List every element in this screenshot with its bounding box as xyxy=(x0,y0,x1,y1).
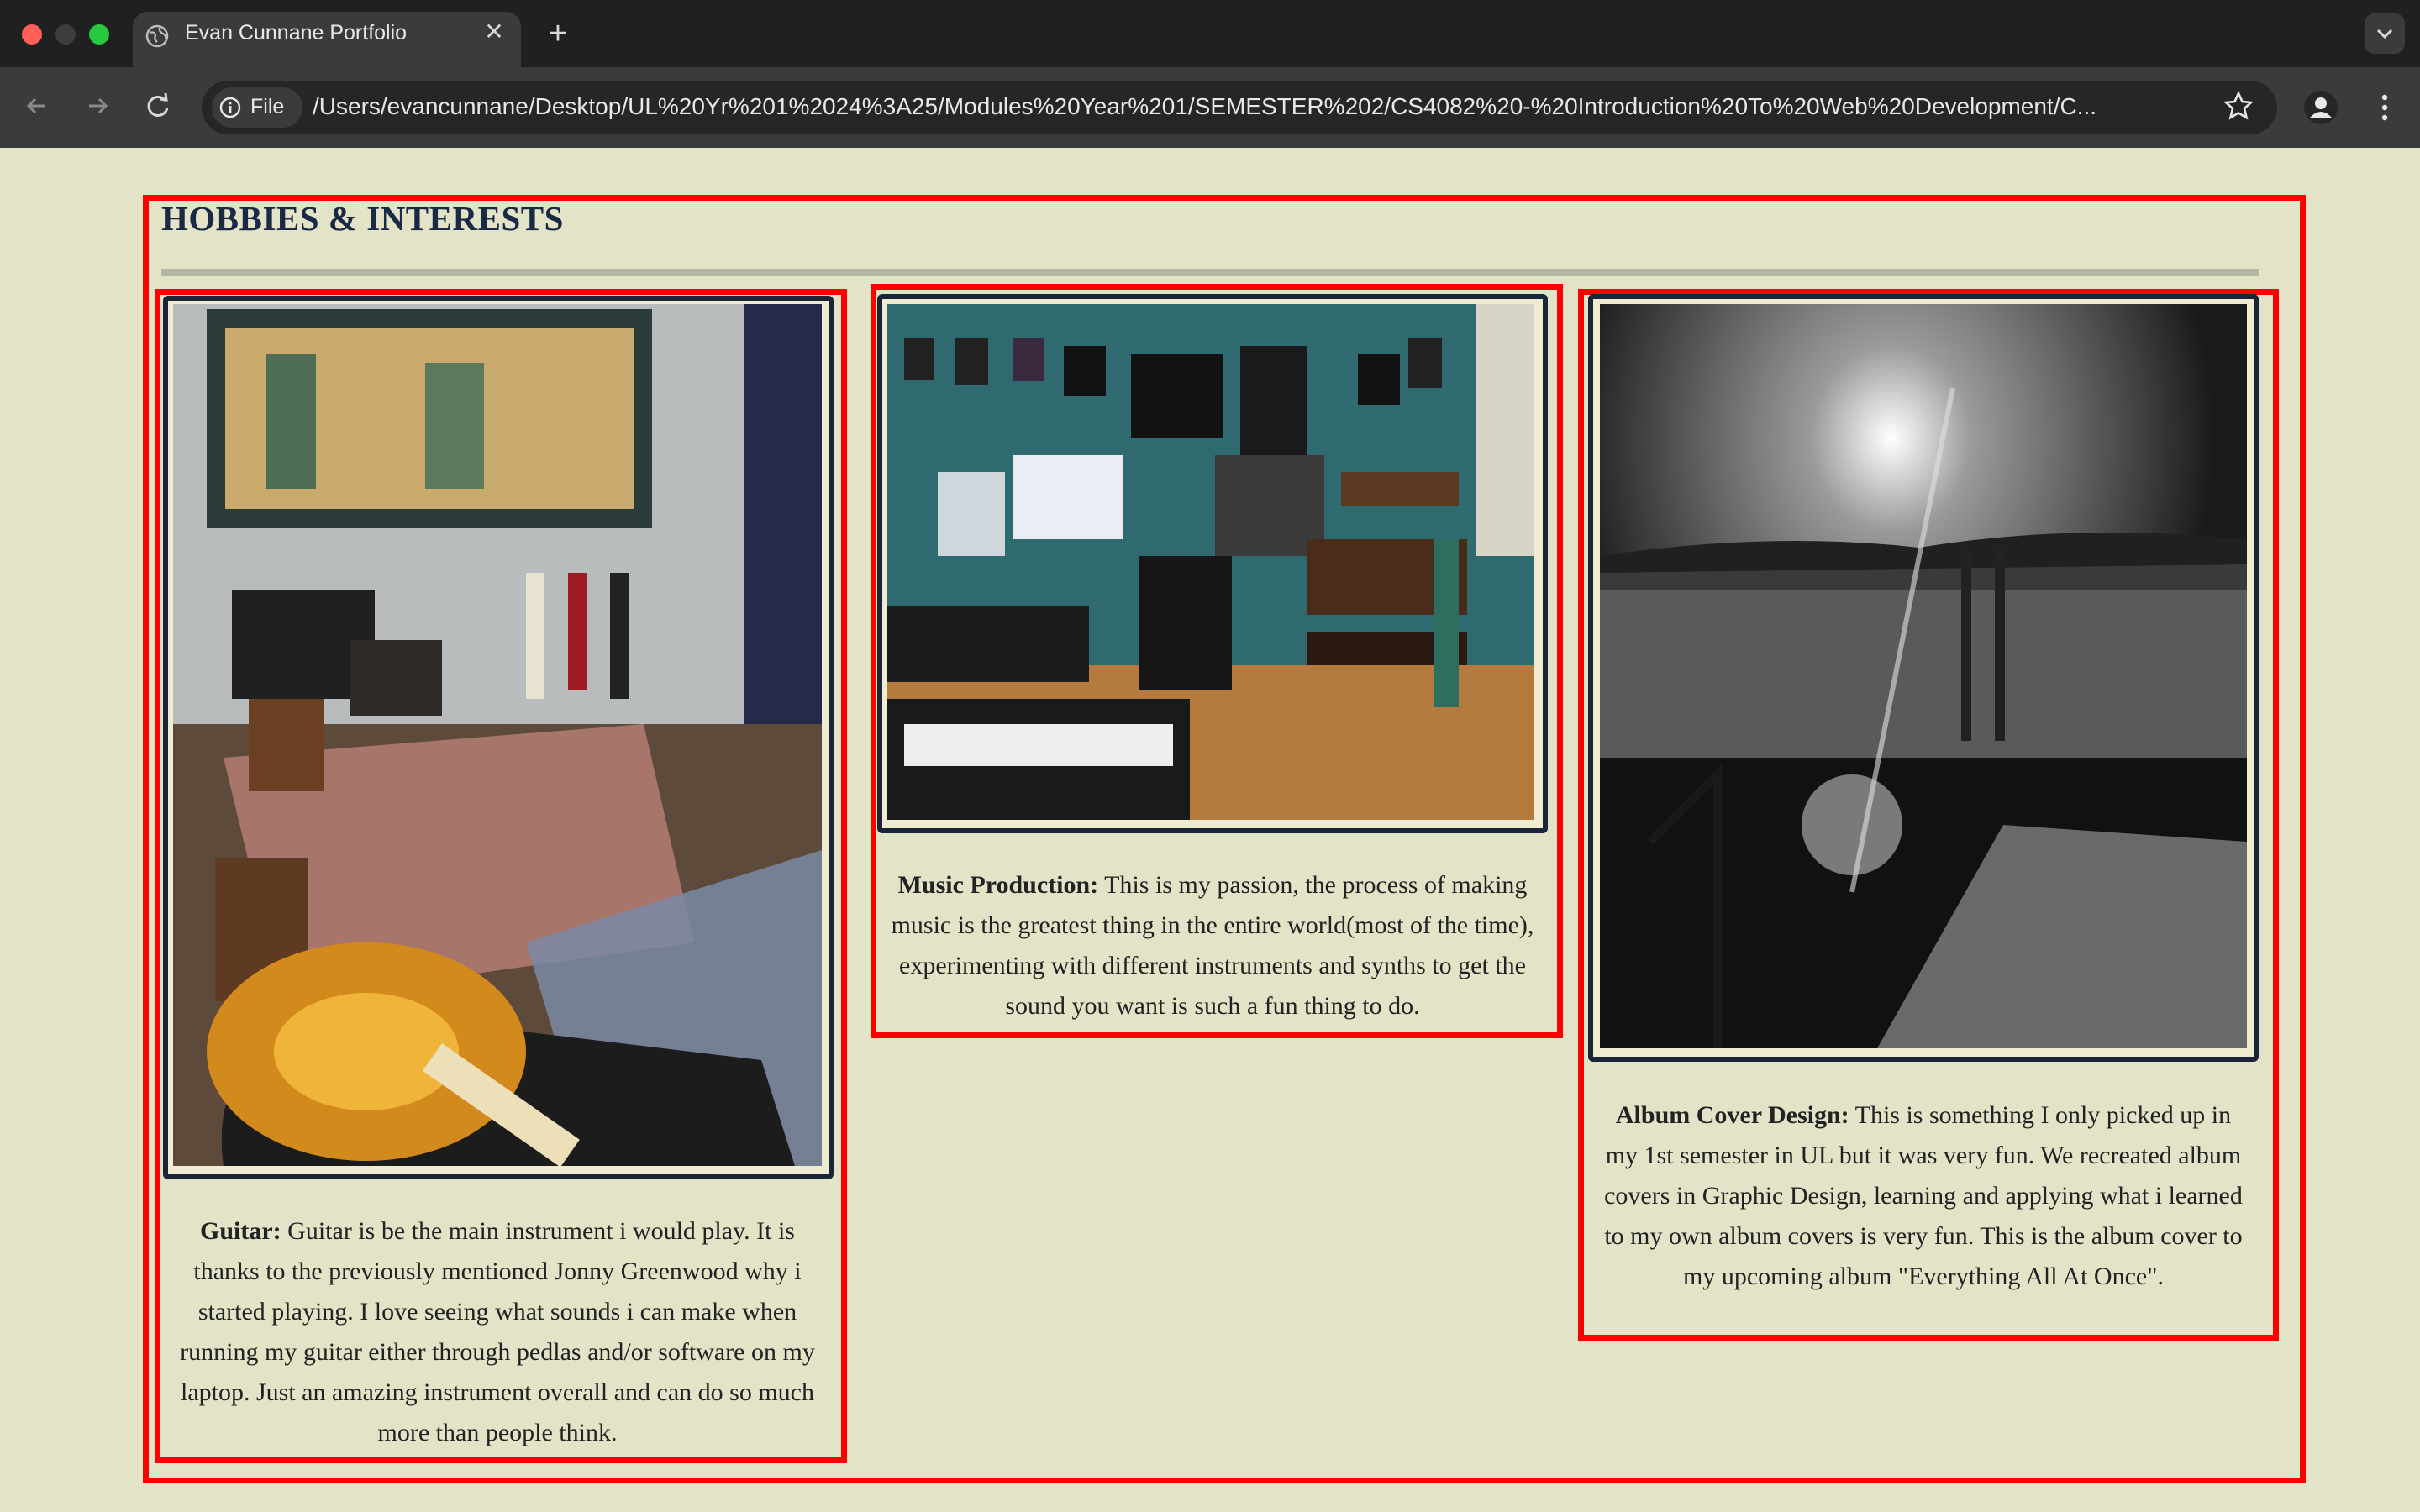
caption-title: Music Production: xyxy=(897,871,1099,899)
music-studio-photo xyxy=(887,304,1534,820)
more-menu-icon[interactable] xyxy=(2370,89,2400,126)
back-arrow-icon[interactable] xyxy=(20,89,54,123)
guitar-studio-photo xyxy=(173,304,822,1166)
maximize-window-button[interactable] xyxy=(89,24,109,45)
reload-icon[interactable] xyxy=(141,89,175,123)
url-text[interactable]: /Users/evancunnane/Desktop/UL%20Yr%201%2… xyxy=(313,93,2195,120)
caption-title: Guitar: xyxy=(200,1217,281,1245)
minimize-window-button[interactable] xyxy=(55,24,76,45)
new-tab-button[interactable]: + xyxy=(541,17,575,50)
caption-text: Guitar is be the main instrument i would… xyxy=(180,1217,815,1446)
bookmark-star-icon[interactable] xyxy=(2222,89,2255,123)
chevron-down-icon xyxy=(2376,29,2393,39)
album-cover-photo xyxy=(1600,304,2247,1048)
tab-title: Evan Cunnane Portfolio xyxy=(185,21,408,45)
section-divider xyxy=(161,269,2259,276)
section-heading: HOBBIES & INTERESTS xyxy=(161,199,564,238)
album-cover-caption: Album Cover Design: This is something I … xyxy=(1600,1095,2247,1297)
music-production-caption: Music Production: This is my passion, th… xyxy=(889,865,1536,1026)
profile-avatar-icon[interactable] xyxy=(2302,89,2339,126)
info-icon xyxy=(219,97,241,118)
file-chip-label: File xyxy=(250,95,285,118)
close-window-button[interactable] xyxy=(22,24,42,45)
globe-icon xyxy=(145,24,169,48)
caption-text: This is something I only picked up in my… xyxy=(1604,1101,2243,1290)
forward-arrow-icon[interactable] xyxy=(81,89,114,123)
tab-close-icon[interactable]: ✕ xyxy=(482,20,506,44)
guitar-caption: Guitar: Guitar is be the main instrument… xyxy=(173,1211,822,1453)
caption-title: Album Cover Design: xyxy=(1615,1101,1849,1129)
tab-search-button[interactable] xyxy=(2365,13,2405,54)
